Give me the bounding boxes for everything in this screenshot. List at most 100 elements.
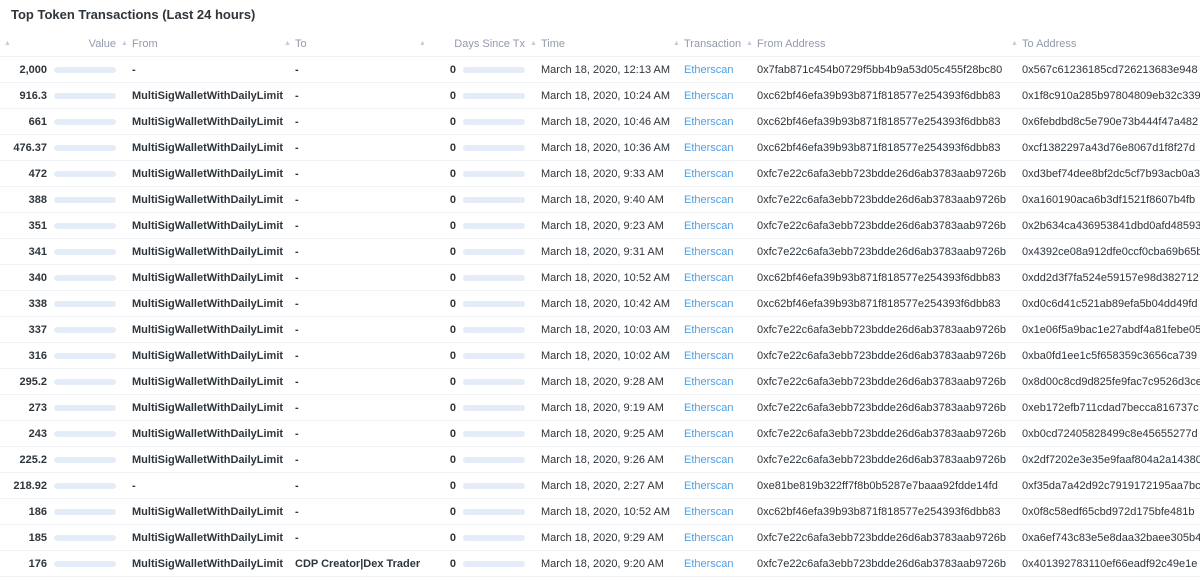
from-cell: MultiSigWalletWithDailyLimit	[132, 376, 284, 388]
etherscan-link[interactable]: Etherscan	[684, 64, 754, 76]
etherscan-link[interactable]: Etherscan	[684, 480, 754, 492]
from-cell: MultiSigWalletWithDailyLimit	[132, 194, 284, 206]
etherscan-link[interactable]: Etherscan	[684, 168, 754, 180]
to-address-cell: 0x6febdbd8c5e790e73b444f47a482	[1022, 116, 1199, 128]
column-header-value[interactable]: Value	[20, 38, 116, 50]
column-header-from[interactable]: From	[132, 38, 158, 50]
table-row[interactable]: 476.37 MultiSigWalletWithDailyLimit - 0 Marc…	[0, 135, 1200, 161]
column-header-to-address[interactable]: To Address	[1022, 38, 1076, 50]
value-cell: 340	[28, 272, 47, 284]
etherscan-link[interactable]: Etherscan	[684, 220, 754, 232]
days-since-tx-cell: 0	[449, 116, 456, 128]
to-cell: -	[295, 298, 299, 310]
to-address-cell: 0xa160190aca6b3df1521f8607b4fb	[1022, 194, 1196, 206]
from-address-cell: 0xfc7e22c6afa3ebb723bdde26d6ab3783aab972…	[757, 350, 1006, 362]
days-since-tx-cell: 0	[449, 194, 456, 206]
table-row[interactable]: 351 MultiSigWalletWithDailyLimit - 0 March 1…	[0, 213, 1200, 239]
etherscan-link[interactable]: Etherscan	[684, 90, 754, 102]
from-address-cell: 0xfc7e22c6afa3ebb723bdde26d6ab3783aab972…	[757, 376, 1006, 388]
table-row[interactable]: 340 MultiSigWalletWithDailyLimit - 0 March 1…	[0, 265, 1200, 291]
table-row[interactable]: 337 MultiSigWalletWithDailyLimit - 0 March 1…	[0, 317, 1200, 343]
from-address-cell: 0xc62bf46efa39b93b871f818577e254393f6dbb…	[757, 298, 1001, 310]
to-cell: -	[295, 402, 299, 414]
table-row[interactable]: 316 MultiSigWalletWithDailyLimit - 0 March 1…	[0, 343, 1200, 369]
to-address-cell: 0xba0fd1ee1c5f658359c3656ca739	[1022, 350, 1197, 362]
table-row[interactable]: 243 MultiSigWalletWithDailyLimit - 0 March 1…	[0, 421, 1200, 447]
to-address-cell: 0xd0c6d41c521ab89efa5b04dd49fd	[1022, 298, 1198, 310]
value-cell: 186	[28, 506, 47, 518]
sort-arrow-icon[interactable]: ▲	[121, 40, 128, 47]
table-row[interactable]: 388 MultiSigWalletWithDailyLimit - 0 March 1…	[0, 187, 1200, 213]
from-address-cell: 0x7fab871c454b0729f5bb4b9a53d05c455f28bc…	[757, 64, 1003, 76]
value-cell: 295.2	[19, 376, 47, 388]
table-row[interactable]: 2,000 - - 0 March 18, 2020, 12:13 AM Ethersca…	[0, 57, 1200, 83]
etherscan-link[interactable]: Etherscan	[684, 116, 754, 128]
column-header-transaction[interactable]: Transaction	[684, 38, 741, 50]
to-cell: -	[295, 272, 299, 284]
table-row[interactable]: 661 MultiSigWalletWithDailyLimit - 0 March 1…	[0, 109, 1200, 135]
value-cell: 338	[28, 298, 47, 310]
column-header-time[interactable]: Time	[541, 38, 565, 50]
etherscan-link[interactable]: Etherscan	[684, 506, 754, 518]
table-row[interactable]: 186 MultiSigWalletWithDailyLimit - 0 March 1…	[0, 499, 1200, 525]
table-row[interactable]: 273 MultiSigWalletWithDailyLimit - 0 March 1…	[0, 395, 1200, 421]
value-bar	[54, 535, 116, 541]
sort-arrow-icon[interactable]: ▲	[1011, 40, 1018, 47]
etherscan-link[interactable]: Etherscan	[684, 194, 754, 206]
table-row[interactable]: 176 MultiSigWalletWithDailyLimit CDP Creat…	[0, 551, 1200, 577]
value-cell: 476.37	[13, 142, 47, 154]
table-row[interactable]: 916.3 MultiSigWalletWithDailyLimit - 0 March…	[0, 83, 1200, 109]
table-row[interactable]: 218.92 - - 0 March 18, 2020, 2:27 AM Ethersca…	[0, 473, 1200, 499]
to-cell: -	[295, 116, 299, 128]
days-bar	[463, 93, 525, 99]
etherscan-link[interactable]: Etherscan	[684, 558, 754, 570]
etherscan-link[interactable]: Etherscan	[684, 246, 754, 258]
sort-arrow-icon[interactable]: ▲	[673, 40, 680, 47]
column-header-days-since-tx[interactable]: Days Since Tx	[430, 38, 525, 50]
table-row[interactable]: 185 MultiSigWalletWithDailyLimit - 0 March 1…	[0, 525, 1200, 551]
from-address-cell: 0xc62bf46efa39b93b871f818577e254393f6dbb…	[757, 272, 1001, 284]
sort-arrow-icon[interactable]: ▲	[530, 40, 537, 47]
from-cell: MultiSigWalletWithDailyLimit	[132, 558, 284, 570]
etherscan-link[interactable]: Etherscan	[684, 324, 754, 336]
value-bar	[54, 67, 116, 73]
etherscan-link[interactable]: Etherscan	[684, 454, 754, 466]
etherscan-link[interactable]: Etherscan	[684, 298, 754, 310]
from-address-cell: 0xc62bf46efa39b93b871f818577e254393f6dbb…	[757, 142, 1001, 154]
etherscan-link[interactable]: Etherscan	[684, 272, 754, 284]
etherscan-link[interactable]: Etherscan	[684, 428, 754, 440]
sort-arrow-icon[interactable]: ▲	[419, 40, 426, 47]
from-cell: MultiSigWalletWithDailyLimit	[132, 90, 284, 102]
to-cell: -	[295, 324, 299, 336]
value-bar	[54, 171, 116, 177]
from-cell: MultiSigWalletWithDailyLimit	[132, 168, 284, 180]
table-row[interactable]: 472 MultiSigWalletWithDailyLimit - 0 March 1…	[0, 161, 1200, 187]
table-header: ▲ Value ▲ From ▲ To ▲ Days Since Tx ▲ Ti…	[0, 31, 1200, 57]
sort-arrow-icon[interactable]: ▲	[284, 40, 291, 47]
to-cell: -	[295, 194, 299, 206]
table-row[interactable]: 341 MultiSigWalletWithDailyLimit - 0 March 1…	[0, 239, 1200, 265]
etherscan-link[interactable]: Etherscan	[684, 532, 754, 544]
table-row[interactable]: 225.2 MultiSigWalletWithDailyLimit - 0 March…	[0, 447, 1200, 473]
from-cell: -	[132, 480, 136, 492]
from-address-cell: 0xfc7e22c6afa3ebb723bdde26d6ab3783aab972…	[757, 532, 1006, 544]
value-bar	[54, 509, 116, 515]
days-since-tx-cell: 0	[449, 532, 456, 544]
sort-arrow-icon[interactable]: ▲	[4, 40, 11, 47]
table-row[interactable]: 338 MultiSigWalletWithDailyLimit - 0 March 1…	[0, 291, 1200, 317]
table-row[interactable]: 295.2 MultiSigWalletWithDailyLimit - 0 March…	[0, 369, 1200, 395]
etherscan-link[interactable]: Etherscan	[684, 376, 754, 388]
value-cell: 225.2	[19, 454, 47, 466]
days-bar	[463, 197, 525, 203]
sort-arrow-icon[interactable]: ▲	[746, 40, 753, 47]
value-cell: 916.3	[19, 90, 47, 102]
to-cell: -	[295, 480, 299, 492]
to-cell: -	[295, 350, 299, 362]
days-bar	[463, 223, 525, 229]
etherscan-link[interactable]: Etherscan	[684, 402, 754, 414]
column-header-from-address[interactable]: From Address	[757, 38, 825, 50]
etherscan-link[interactable]: Etherscan	[684, 350, 754, 362]
etherscan-link[interactable]: Etherscan	[684, 142, 754, 154]
from-cell: MultiSigWalletWithDailyLimit	[132, 142, 284, 154]
column-header-to[interactable]: To	[295, 38, 307, 50]
